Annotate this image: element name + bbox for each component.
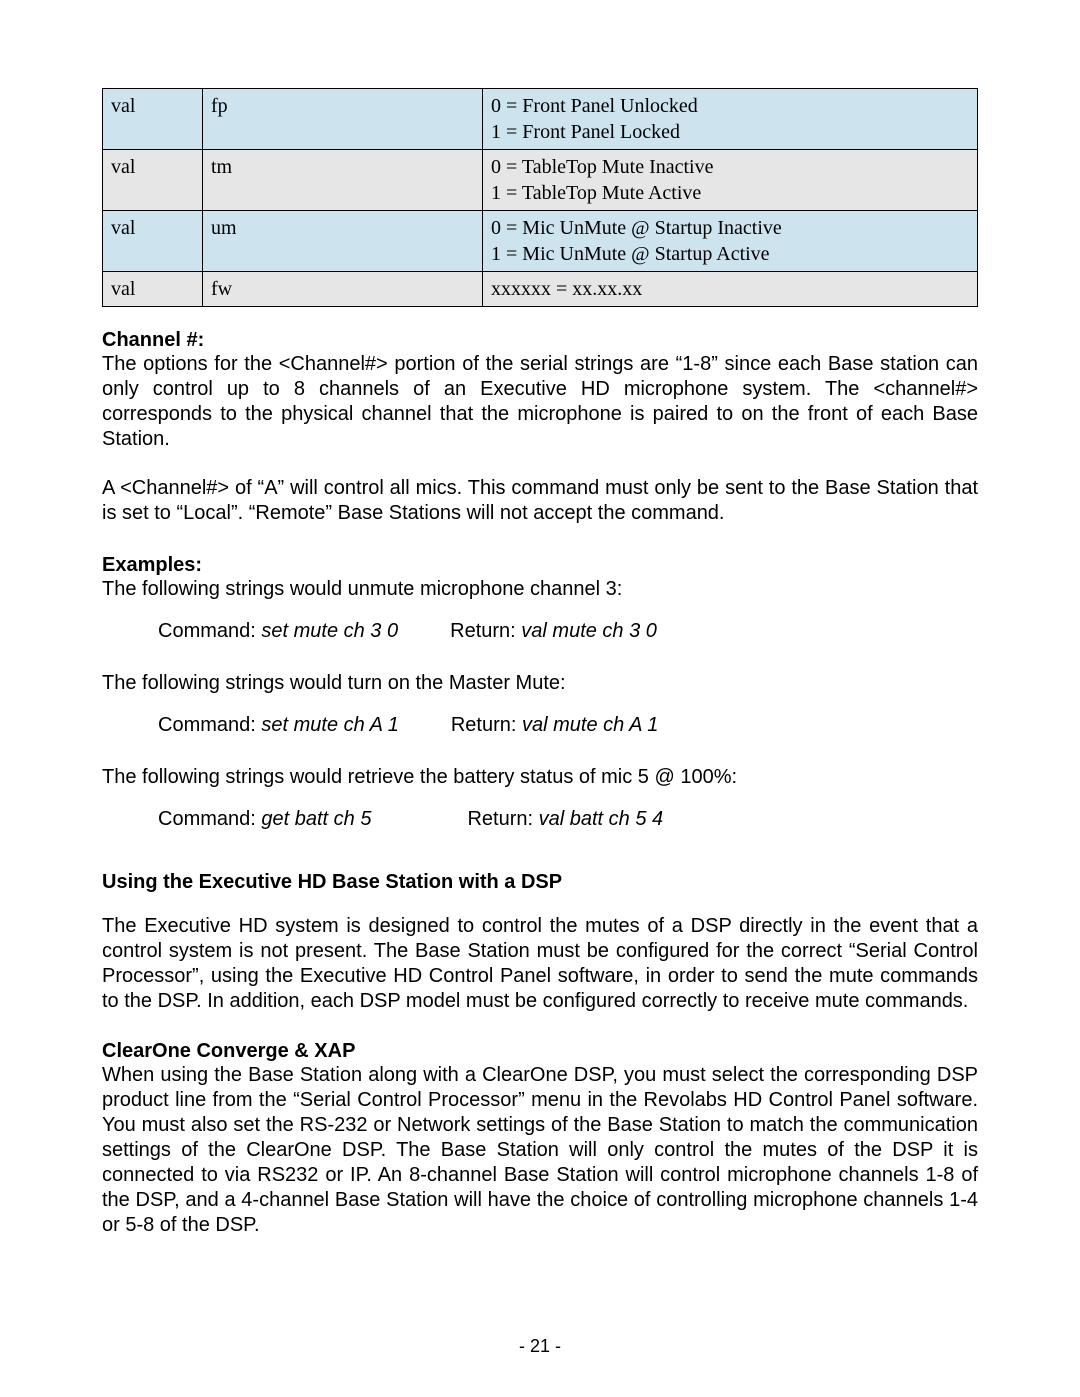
- example-2-ret-label: Return:: [451, 714, 522, 736]
- table-cell-command: fp: [203, 89, 483, 150]
- example-2-cmd: set mute ch A 1: [261, 714, 398, 736]
- table-cell-type: val: [103, 150, 203, 211]
- clearone-heading: ClearOne Converge & XAP: [102, 1040, 978, 1063]
- table-cell-command: um: [203, 211, 483, 272]
- table-cell-command: fw: [203, 272, 483, 307]
- examples-intro-3: The following strings would retrieve the…: [102, 765, 978, 790]
- table-row: valtm0 = TableTop Mute Inactive1 = Table…: [103, 150, 978, 211]
- table-cell-description: 0 = TableTop Mute Inactive1 = TableTop M…: [483, 150, 978, 211]
- table-cell-description: 0 = Mic UnMute @ Startup Inactive1 = Mic…: [483, 211, 978, 272]
- examples-intro-1: The following strings would unmute micro…: [102, 577, 978, 602]
- clearone-paragraph-1: When using the Base Station along with a…: [102, 1063, 978, 1238]
- examples-heading: Examples:: [102, 554, 978, 577]
- example-3-cmd-label: Command:: [158, 808, 261, 830]
- table-cell-type: val: [103, 211, 203, 272]
- example-3-cmd: get batt ch 5: [261, 808, 371, 830]
- example-1-cmd-label: Command:: [158, 620, 261, 642]
- table-row: valfwxxxxxx = xx.xx.xx: [103, 272, 978, 307]
- command-values-table: valfp0 = Front Panel Unlocked1 = Front P…: [102, 88, 978, 307]
- example-2-ret: val mute ch A 1: [522, 714, 658, 736]
- dsp-paragraph-1: The Executive HD system is designed to c…: [102, 914, 978, 1014]
- examples-intro-2: The following strings would turn on the …: [102, 671, 978, 696]
- example-1-ret: val mute ch 3 0: [521, 620, 657, 642]
- table-cell-type: val: [103, 272, 203, 307]
- example-2: Command: set mute ch A 1 Return: val mute…: [158, 714, 978, 737]
- example-1-cmd: set mute ch 3 0: [261, 620, 398, 642]
- example-3-ret-label: Return:: [467, 808, 538, 830]
- table-cell-description: 0 = Front Panel Unlocked1 = Front Panel …: [483, 89, 978, 150]
- channel-paragraph-1: The options for the <Channel#> portion o…: [102, 352, 978, 452]
- example-3: Command: get batt ch 5 Return: val batt c…: [158, 808, 978, 831]
- table-cell-type: val: [103, 89, 203, 150]
- table-row: valum0 = Mic UnMute @ Startup Inactive1 …: [103, 211, 978, 272]
- channel-paragraph-2: A <Channel#> of “A” will control all mic…: [102, 476, 978, 526]
- page-number: - 21 -: [0, 1336, 1080, 1357]
- channel-heading: Channel #:: [102, 329, 978, 352]
- example-3-ret: val batt ch 5 4: [539, 808, 664, 830]
- example-1-ret-label: Return:: [450, 620, 521, 642]
- dsp-heading: Using the Executive HD Base Station with…: [102, 871, 978, 894]
- example-2-cmd-label: Command:: [158, 714, 261, 736]
- table-cell-command: tm: [203, 150, 483, 211]
- example-1: Command: set mute ch 3 0 Return: val mute…: [158, 620, 978, 643]
- table-cell-description: xxxxxx = xx.xx.xx: [483, 272, 978, 307]
- table-row: valfp0 = Front Panel Unlocked1 = Front P…: [103, 89, 978, 150]
